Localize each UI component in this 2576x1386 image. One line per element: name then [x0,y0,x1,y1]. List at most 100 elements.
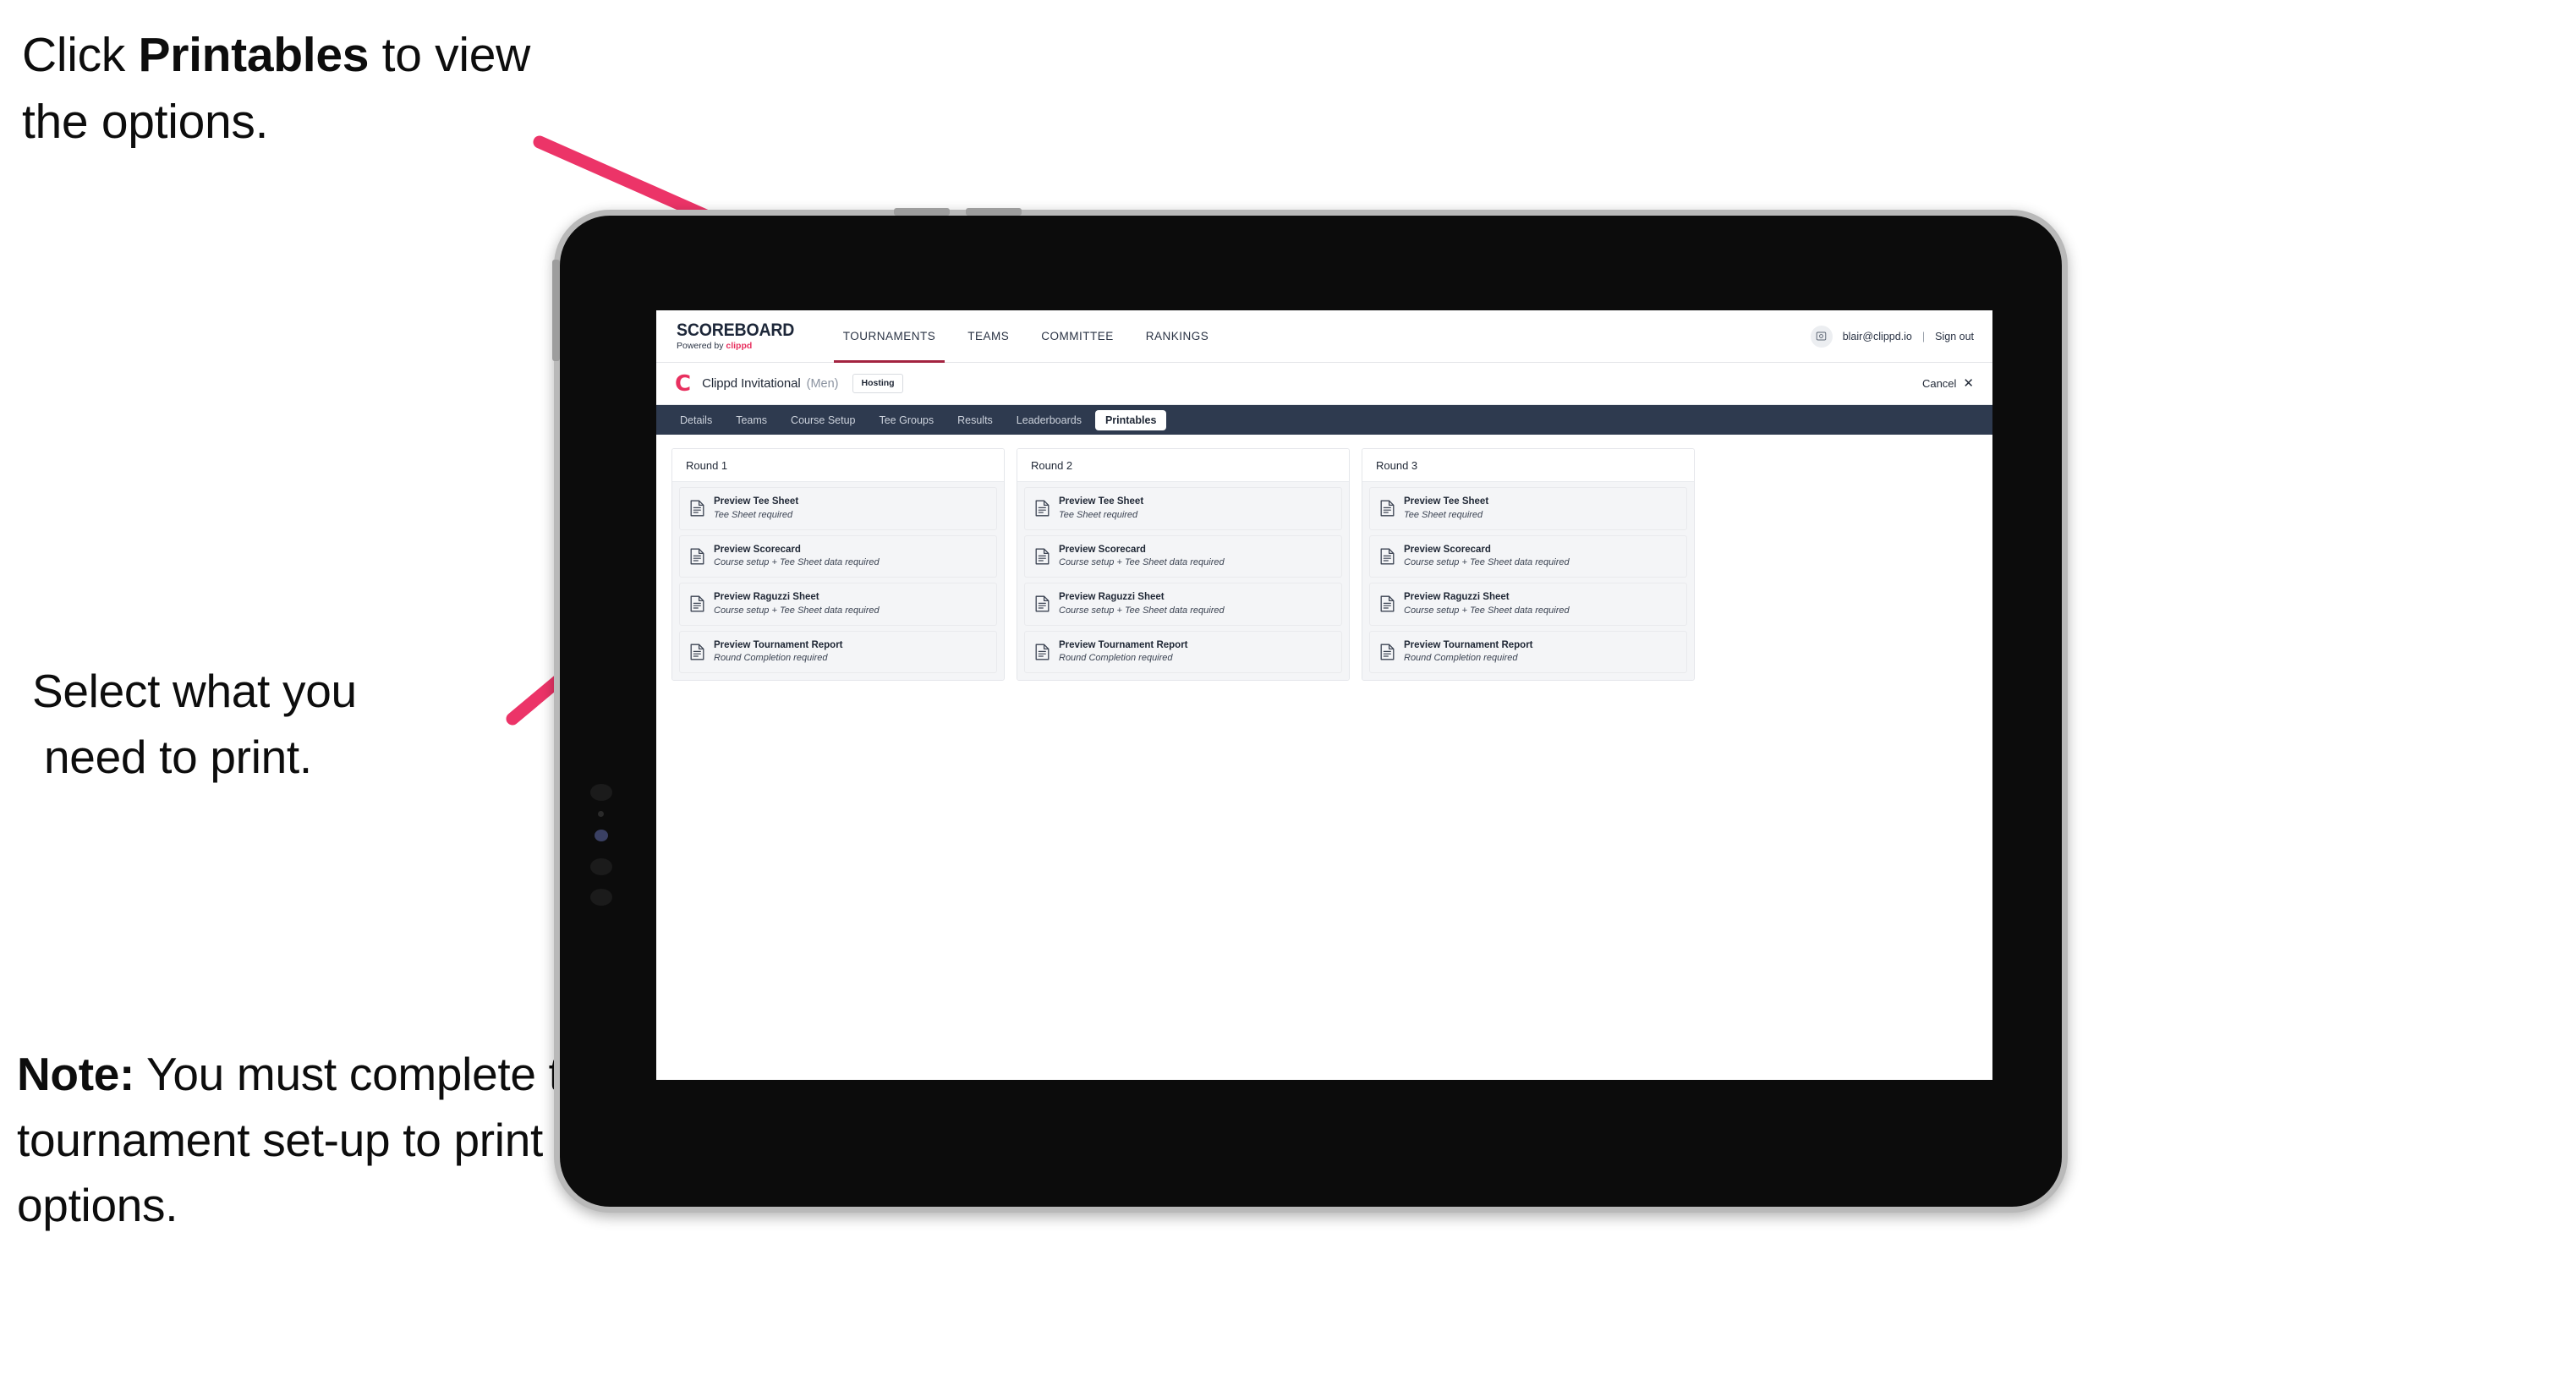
printable-item-title: Preview Raguzzi Sheet [714,592,819,603]
document-icon [1380,644,1395,660]
printable-item-title: Preview Tee Sheet [1404,496,1489,507]
hardware-volume-button [552,260,560,361]
printable-item-title: Preview Tournament Report [1059,639,1188,650]
subnav-item-details-label: Details [680,414,713,426]
printable-item-requirement: Course setup + Tee Sheet data required [714,605,880,616]
annotation-top-pre: Click [22,28,139,82]
nav-tab-committee[interactable]: COMMITTEE [1025,310,1130,363]
subnav-item-tee-groups[interactable]: Tee Groups [869,410,944,430]
printable-item-requirement: Course setup + Tee Sheet data required [1059,557,1225,568]
printable-item-title: Preview Tournament Report [1404,639,1533,650]
printable-item[interactable]: Preview Tee Sheet Tee Sheet required [679,487,997,530]
printable-item[interactable]: Preview Tournament Report Round Completi… [679,630,997,674]
subnav-item-details[interactable]: Details [670,410,722,430]
camera-lens-icon [590,784,612,801]
round-items: Preview Tee Sheet Tee Sheet required Pre… [672,482,1004,681]
annotation-note-bold: Note: [17,1048,135,1100]
printable-item[interactable]: Preview Scorecard Course setup + Tee She… [1024,534,1342,578]
subnav-item-printables[interactable]: Printables [1094,409,1167,430]
subnav-item-printables-label: Printables [1104,414,1157,426]
printable-item-requirement: Tee Sheet required [1404,509,1483,520]
nav-tab-rankings[interactable]: RANKINGS [1130,310,1225,363]
printable-item-text: Preview Scorecard Course setup + Tee She… [1059,545,1225,569]
printable-item-requirement: Tee Sheet required [1059,509,1138,520]
cancel-button[interactable]: Cancel ✕ [1922,377,1974,390]
printable-item-text: Preview Scorecard Course setup + Tee She… [1404,545,1570,569]
document-icon [1380,548,1395,565]
document-icon [1380,595,1395,612]
printable-item-text: Preview Tee Sheet Tee Sheet required [714,496,798,521]
tablet-device-frame: SCOREBOARD Powered by clippd TOURNAMENTS… [552,208,2068,1213]
speaker-hole-icon [590,858,612,875]
printable-item-text: Preview Tee Sheet Tee Sheet required [1059,496,1143,521]
printable-item-text: Preview Tournament Report Round Completi… [714,640,843,665]
subnav-item-results[interactable]: Results [947,410,1003,430]
indicator-light-icon [595,830,608,841]
printable-item-text: Preview Raguzzi Sheet Course setup + Tee… [714,592,880,616]
subnav-item-course-setup-label: Course Setup [791,414,856,426]
printable-item-requirement: Course setup + Tee Sheet data required [1404,605,1570,616]
tournament-bar: C Clippd Invitational (Men) Hosting Canc… [656,363,1992,405]
printable-item-text: Preview Tournament Report Round Completi… [1404,640,1533,665]
subnav-item-tee-groups-label: Tee Groups [879,414,934,426]
document-icon [1035,595,1050,612]
user-avatar-icon[interactable] [1810,325,1833,348]
screenshot-root: Click Printables to view the options. Se… [0,0,2576,1386]
printable-item-requirement: Course setup + Tee Sheet data required [1059,605,1225,616]
tournament-gender: (Men) [806,376,839,391]
nav-tab-tournaments[interactable]: TOURNAMENTS [827,310,952,363]
logo-tagline: Powered by clippd [677,342,803,351]
nav-tab-committee-label: COMMITTEE [1041,330,1114,342]
subnav-item-course-setup[interactable]: Course Setup [781,410,865,430]
printable-item-requirement: Course setup + Tee Sheet data required [714,557,880,568]
subnav-item-teams[interactable]: Teams [726,410,777,430]
subnav-item-leaderboards[interactable]: Leaderboards [1006,410,1092,430]
user-separator: | [1921,330,1926,342]
printable-item-text: Preview Tournament Report Round Completi… [1059,640,1188,665]
printables-content: Round 1 Preview Tee Sheet Tee Sheet requ… [656,435,1992,695]
document-icon [1035,500,1050,517]
printable-item[interactable]: Preview Tee Sheet Tee Sheet required [1369,487,1687,530]
printable-item[interactable]: Preview Tournament Report Round Completi… [1369,630,1687,674]
nav-tab-teams[interactable]: TEAMS [951,310,1025,363]
annotation-mid-line1: Select what you [32,665,357,717]
printable-item[interactable]: Preview Tee Sheet Tee Sheet required [1024,487,1342,530]
printable-item[interactable]: Preview Tournament Report Round Completi… [1024,630,1342,674]
scoreboard-logo[interactable]: SCOREBOARD Powered by clippd [677,321,803,351]
nav-tab-tournaments-label: TOURNAMENTS [842,330,936,342]
printable-item[interactable]: Preview Raguzzi Sheet Course setup + Tee… [1369,583,1687,626]
printable-item[interactable]: Preview Raguzzi Sheet Course setup + Tee… [1024,583,1342,626]
nav-tab-rankings-label: RANKINGS [1145,330,1209,342]
user-area: blair@clippd.io | Sign out [1810,325,1974,348]
printable-item-requirement: Round Completion required [1059,653,1173,664]
round-title: Round 1 [672,449,1004,482]
printable-item-title: Preview Raguzzi Sheet [1404,592,1510,603]
printable-item[interactable]: Preview Scorecard Course setup + Tee She… [679,534,997,578]
printable-item-requirement: Round Completion required [714,653,828,664]
printable-item-requirement: Round Completion required [1404,653,1518,664]
annotation-mid-line2: need to print. [44,731,312,784]
hardware-button-top-right [966,208,1022,216]
printable-item-title: Preview Scorecard [714,544,801,555]
printable-item-title: Preview Tournament Report [714,639,843,650]
document-icon [1035,548,1050,565]
printable-item[interactable]: Preview Raguzzi Sheet Course setup + Tee… [679,583,997,626]
sign-out-link[interactable]: Sign out [1935,331,1974,342]
annotation-select-to-print: Select what you need to print. [32,658,540,790]
printable-item-title: Preview Tee Sheet [714,496,799,507]
printable-item-requirement: Tee Sheet required [714,509,793,520]
app-top-bar: SCOREBOARD Powered by clippd TOURNAMENTS… [656,310,1992,363]
printable-item-text: Preview Tee Sheet Tee Sheet required [1404,496,1488,521]
printable-item[interactable]: Preview Scorecard Course setup + Tee She… [1369,534,1687,578]
subnav-item-teams-label: Teams [736,414,768,426]
document-icon [690,548,704,565]
printable-item-text: Preview Scorecard Course setup + Tee She… [714,545,880,569]
logo-brand-clippd: clippd [726,341,753,352]
document-icon [1380,500,1395,517]
subnav-item-leaderboards-label: Leaderboards [1016,414,1082,426]
annotation-click-printables: Click Printables to view the options. [22,22,580,155]
round-column: Round 2 Preview Tee Sheet Tee Sheet requ… [1017,448,1350,682]
logo-powered-by: Powered by [677,341,726,352]
printable-item-text: Preview Raguzzi Sheet Course setup + Tee… [1059,592,1225,616]
document-icon [690,644,704,660]
